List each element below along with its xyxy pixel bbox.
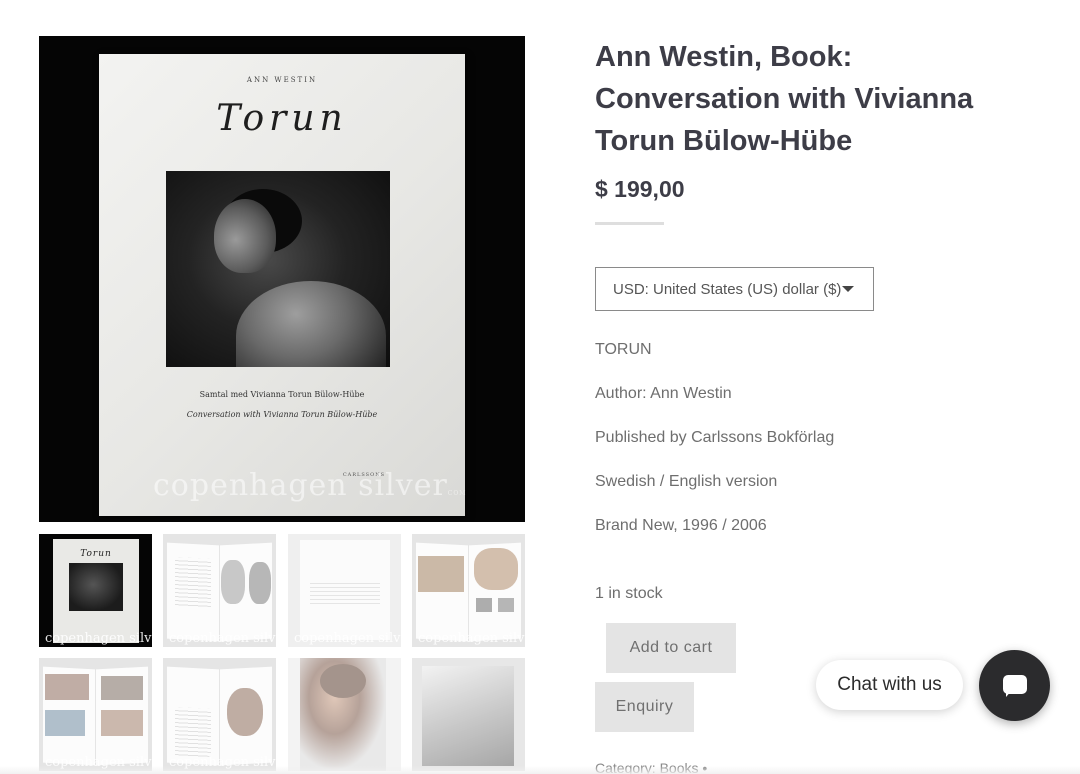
description-line-edition: Brand New, 1996 / 2006 <box>595 517 767 534</box>
thumbnail-workshop-photo[interactable] <box>412 658 525 771</box>
book-subtitle-english: Conversation with Vivianna Torun Bülow-H… <box>186 410 378 419</box>
stock-status: 1 in stock <box>595 585 663 602</box>
thumbnail-spread-photos[interactable]: copenhagen silv <box>39 658 152 771</box>
thumbnail-spread-portraits[interactable]: copenhagen silv <box>163 534 276 647</box>
enquiry-button[interactable]: Enquiry <box>595 682 694 732</box>
thumbnail-portrait-color[interactable] <box>288 658 401 771</box>
chat-with-us-bubble[interactable]: Chat with us <box>816 660 963 710</box>
thumbnail-watermark: copenhagen silv <box>169 631 276 646</box>
thumbnail-spread-woman[interactable]: copenhagen silv <box>163 658 276 771</box>
book-subtitle-swedish: Samtal med Vivianna Torun Bülow-Hübe <box>199 390 365 399</box>
bottom-fade <box>0 766 1080 774</box>
product-title: Ann Westin, Book: Conversation with Vivi… <box>595 41 974 157</box>
thumbnail-watermark: copenhagen silv <box>418 631 525 646</box>
book-cover-photo <box>166 171 390 367</box>
thumbnail-cover[interactable]: Torun copenhagen silver <box>39 534 152 647</box>
chat-icon <box>1002 674 1027 697</box>
price-divider <box>595 222 664 225</box>
description-line-publisher: Published by Carlssons Bokförlag <box>595 429 835 446</box>
add-to-cart-button[interactable]: Add to cart <box>606 623 736 673</box>
thumbnail-watermark: copenhagen silver <box>45 631 152 646</box>
product-price: $ 199,00 <box>595 176 685 202</box>
description-line-language: Swedish / English version <box>595 473 778 490</box>
thumbnail-mini-title: Torun <box>80 549 112 559</box>
book-author-text: ANN WESTIN <box>246 76 318 84</box>
thumbnail-watermark: copenhagen silver <box>294 631 401 646</box>
description-line-author: Author: Ann Westin <box>595 385 732 402</box>
currency-select[interactable]: USD: United States (US) dollar ($) <box>595 267 874 311</box>
description-line-title: TORUN <box>595 341 652 358</box>
thumbnail-spread-jewelry[interactable]: copenhagen silv <box>412 534 525 647</box>
thumbnail-watermark: copenhagen silv <box>45 755 152 770</box>
book-cover: ANN WESTIN Torun Samtal med Vivianna Tor… <box>99 54 465 516</box>
image-watermark: copenhagen silverCOM <box>153 468 467 503</box>
thumbnail-watermark: copenhagen silv <box>169 755 276 770</box>
book-title-text: Torun <box>216 98 348 139</box>
currency-selected-value: USD: United States (US) dollar ($) <box>613 280 842 298</box>
chevron-down-icon <box>842 286 854 292</box>
main-product-image[interactable]: ANN WESTIN Torun Samtal med Vivianna Tor… <box>39 36 525 522</box>
thumbnail-text-page[interactable]: copenhagen silver <box>288 534 401 647</box>
chat-launcher-button[interactable] <box>979 650 1050 721</box>
